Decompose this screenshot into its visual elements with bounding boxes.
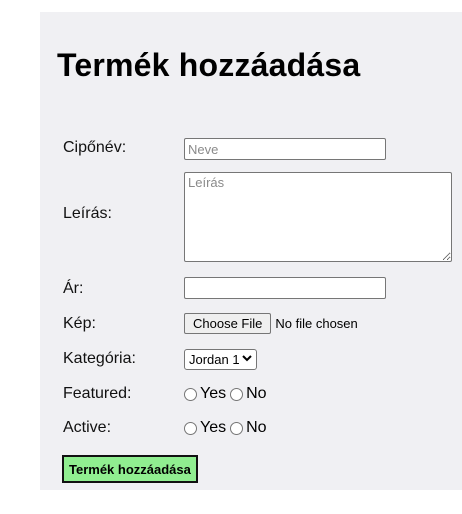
file-picker: Choose File No file chosen bbox=[184, 313, 358, 334]
image-label: Kép: bbox=[63, 315, 96, 332]
category-select[interactable]: Jordan 1 bbox=[184, 349, 257, 370]
active-yes-radio[interactable] bbox=[184, 421, 197, 435]
featured-yes-radio[interactable] bbox=[184, 387, 197, 401]
featured-no-label: No bbox=[246, 385, 267, 402]
featured-no-radio[interactable] bbox=[230, 387, 244, 401]
name-input[interactable] bbox=[184, 138, 386, 160]
price-label: Ár: bbox=[63, 280, 84, 297]
choose-file-button[interactable]: Choose File bbox=[184, 313, 272, 334]
active-yes-label: Yes bbox=[200, 419, 227, 436]
chevron-down-icon bbox=[242, 354, 252, 365]
active-radio-group: Yes No bbox=[184, 419, 271, 437]
category-label: Kategória: bbox=[63, 350, 136, 367]
featured-yes-label: Yes bbox=[200, 385, 227, 402]
active-label: Active: bbox=[63, 419, 112, 436]
price-input[interactable] bbox=[184, 277, 386, 299]
active-no-radio[interactable] bbox=[230, 421, 244, 435]
category-selected-value: Jordan 1 bbox=[189, 352, 240, 367]
submit-button[interactable]: Termék hozzáadása bbox=[62, 455, 198, 483]
name-label: Cipőnév: bbox=[63, 139, 127, 156]
active-no-label: No bbox=[246, 419, 267, 436]
description-label: Leírás: bbox=[63, 205, 112, 222]
featured-label: Featured: bbox=[63, 385, 132, 402]
page-title: Termék hozzáadása bbox=[57, 47, 361, 83]
description-textarea[interactable] bbox=[184, 172, 452, 262]
featured-radio-group: Yes No bbox=[184, 385, 271, 403]
file-status: No file chosen bbox=[275, 316, 358, 331]
